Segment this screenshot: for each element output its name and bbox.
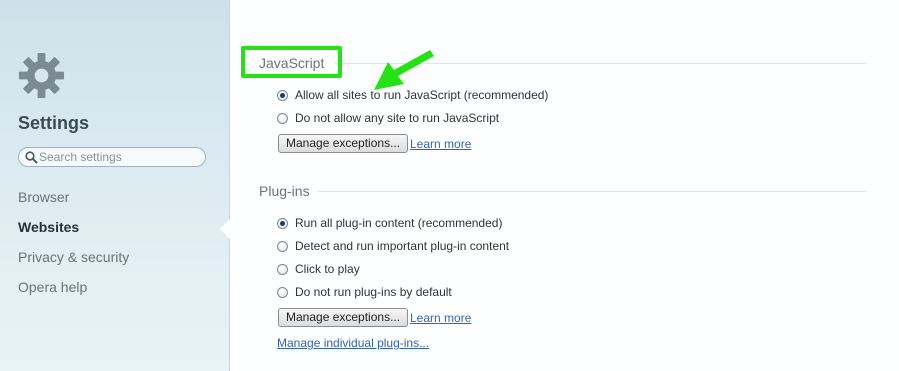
learn-more-link[interactable]: Learn more: [410, 311, 471, 325]
radio-button[interactable]: [277, 112, 288, 124]
radio-button[interactable]: [277, 240, 288, 252]
radio-button[interactable]: [277, 89, 288, 101]
highlight-box: [241, 46, 342, 78]
active-indicator: [220, 219, 230, 239]
gear-icon: [18, 52, 65, 99]
search-box[interactable]: [18, 147, 206, 167]
radio-option[interactable]: Click to play: [277, 260, 360, 278]
nav-item-websites[interactable]: Websites: [18, 219, 79, 235]
radio-label: Run all plug-in content (recommended): [295, 216, 503, 230]
manage-exceptions-button[interactable]: Manage exceptions...: [278, 308, 409, 327]
nav-item-opera-help[interactable]: Opera help: [18, 279, 87, 295]
radio-option[interactable]: Do not allow any site to run JavaScript: [277, 109, 499, 127]
nav-item-privacy-security[interactable]: Privacy & security: [18, 249, 129, 265]
search-input[interactable]: [39, 149, 199, 165]
radio-button[interactable]: [277, 286, 288, 298]
radio-button[interactable]: [277, 263, 288, 275]
radio-option[interactable]: Detect and run important plug-in content: [277, 237, 509, 255]
learn-more-link[interactable]: Learn more: [410, 137, 471, 151]
manage-individual-plugins-link[interactable]: Manage individual plug-ins...: [277, 336, 429, 350]
search-icon: [25, 151, 38, 164]
radio-button[interactable]: [277, 217, 288, 229]
plugins-section-title: Plug-ins: [259, 183, 310, 199]
radio-option[interactable]: Run all plug-in content (recommended): [277, 214, 502, 232]
nav-item-browser[interactable]: Browser: [18, 189, 69, 205]
section-divider: [318, 191, 866, 192]
radio-option[interactable]: Do not run plug-ins by default: [277, 283, 452, 301]
sidebar: Settings Browser Websites Privacy & secu…: [0, 0, 230, 371]
radio-label: Detect and run important plug-in content: [295, 239, 510, 253]
page-title: Settings: [18, 113, 90, 133]
radio-label: Do not run plug-ins by default: [295, 285, 452, 299]
radio-label: Click to play: [295, 262, 360, 276]
green-arrow-icon: [374, 50, 434, 90]
radio-label: Do not allow any site to run JavaScript: [295, 111, 500, 125]
manage-exceptions-button[interactable]: Manage exceptions...: [278, 134, 409, 153]
